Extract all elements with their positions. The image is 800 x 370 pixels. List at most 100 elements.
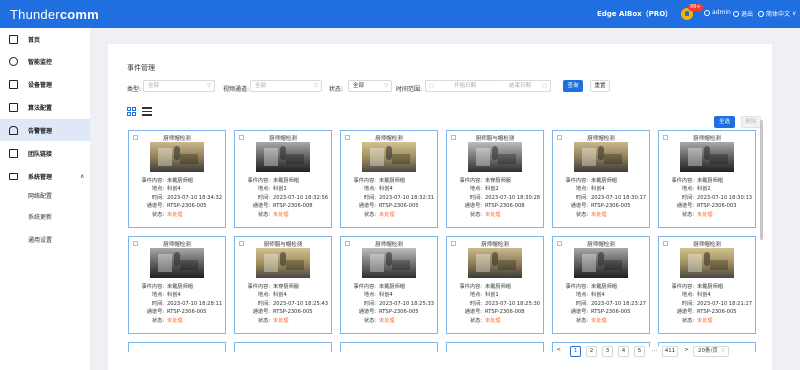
event-time: 2023-07-10 18:25:33	[379, 300, 435, 307]
event-snapshot[interactable]	[574, 142, 628, 172]
start-date-input[interactable]: 开始日期	[454, 81, 476, 91]
event-snapshot[interactable]	[150, 248, 204, 278]
sidebar-subitem-network[interactable]: 网络配置	[28, 191, 52, 200]
event-location: 科创4	[591, 186, 605, 193]
field-label: 状态:	[363, 211, 376, 218]
field-label: 事件内容:	[247, 284, 271, 290]
event-snapshot[interactable]	[468, 142, 522, 172]
event-snapshot[interactable]	[574, 248, 628, 278]
search-button[interactable]: 查询	[563, 80, 583, 92]
prev-page-button[interactable]: <	[553, 346, 564, 357]
sidebar-item-alarms[interactable]: 告警管理	[0, 119, 90, 141]
event-location: 科创1	[273, 186, 287, 193]
logout-icon	[733, 10, 739, 17]
event-snapshot[interactable]	[150, 142, 204, 172]
sidebar-item-algorithms[interactable]: 算法配置	[0, 96, 90, 118]
event-snapshot[interactable]	[680, 248, 734, 278]
field-label: 通道号:	[464, 309, 482, 316]
pagination-ellipsis[interactable]: ...	[649, 346, 660, 357]
event-card[interactable]: 厨师帽检测 事件内容: 未戴厨师帽 地点: 科创4 时间: 2023-07-10 18:21…	[658, 236, 756, 334]
page-3[interactable]: 3	[602, 346, 613, 357]
page-size-select[interactable]: 20条/页 ▽	[693, 346, 729, 357]
event-card[interactable]: 厨师帽检测 事件内容: 未戴厨师帽 地点: 科创1 时间: 2023-07-10 18:32…	[234, 130, 332, 228]
event-card-partial[interactable]	[234, 342, 332, 352]
sidebar-item-system[interactable]: 系统管理 ∧	[0, 165, 90, 187]
event-card[interactable]: 厨师帽检测 事件内容: 未戴厨师帽 地点: 科创4 时间: 2023-07-10 18:34…	[128, 130, 226, 228]
event-card-partial[interactable]	[340, 342, 438, 352]
field-label: 地点:	[681, 186, 694, 193]
reset-button[interactable]: 重置	[590, 80, 610, 92]
logout-button[interactable]: 退出	[733, 9, 753, 18]
type-select[interactable]: 全部 ▽	[143, 80, 215, 92]
event-content: 未穿厨师服	[485, 178, 511, 184]
chevron-down-icon: ▽	[314, 83, 318, 89]
event-content: 未戴厨师帽	[379, 284, 405, 290]
field-label: 状态:	[151, 211, 164, 218]
sidebar-subitem-update[interactable]: 系统更新	[28, 212, 52, 221]
page-5[interactable]: 5	[634, 346, 645, 357]
page-last[interactable]: 411	[662, 346, 678, 357]
type-label: 类型:	[127, 86, 142, 93]
field-label: 事件内容:	[141, 284, 165, 290]
event-snapshot[interactable]	[468, 248, 522, 278]
sidebar: 首页 智能监控 设备管理 算法配置 告警管理 团队链接 系统管理 ∧ 网络配置 系…	[0, 28, 90, 370]
list-view-icon[interactable]	[142, 107, 152, 116]
field-label: 通道号:	[146, 203, 164, 210]
event-channel: RTSP-2306-005	[379, 203, 419, 210]
event-card[interactable]: 厨师帽检测 事件内容: 未戴厨师帽 地点: 科创4 时间: 2023-07-10 18:25…	[340, 236, 438, 334]
page-1[interactable]: 1	[570, 346, 581, 357]
event-channel: RTSP-2306-005	[697, 309, 737, 316]
field-label: 通道号:	[676, 203, 694, 210]
sidebar-item-monitor[interactable]: 智能监控	[0, 50, 90, 72]
event-channel: RTSP-2306-005	[379, 309, 419, 316]
grid-view-icon[interactable]	[127, 107, 136, 116]
end-date-input[interactable]: 结束日期	[509, 81, 531, 91]
event-card[interactable]: 厨师帽检测 事件内容: 未戴厨师帽 地点: 科创4 时间: 2023-07-10 18:28…	[128, 236, 226, 334]
event-title: 厨师帽检测	[375, 242, 403, 248]
edit-icon	[9, 102, 18, 112]
sidebar-item-devices[interactable]: 设备管理	[0, 73, 90, 95]
sidebar-item-link[interactable]: 团队链接	[0, 142, 90, 164]
field-label: 状态:	[151, 317, 164, 324]
field-label: 状态:	[681, 211, 694, 218]
event-card-partial[interactable]	[128, 342, 226, 352]
event-snapshot[interactable]	[256, 248, 310, 278]
event-card[interactable]: 厨师帽检测 事件内容: 未戴厨师帽 地点: 科创4 时间: 2023-07-10 18:23…	[552, 236, 650, 334]
next-page-button[interactable]: >	[681, 346, 692, 357]
date-range-picker[interactable]: ▢ 开始日期 - 结束日期 ▢	[425, 80, 551, 92]
event-card-partial[interactable]	[446, 342, 544, 352]
event-title: 厨师帽检测	[587, 136, 615, 142]
page-4[interactable]: 4	[618, 346, 629, 357]
event-card[interactable]: 厨师服与帽检测 事件内容: 未穿厨师服 地点: 科创2 时间: 2023-07-10 18:…	[446, 130, 544, 228]
sidebar-subitem-general[interactable]: 通用设置	[28, 235, 52, 244]
event-title: 厨师帽检测	[693, 136, 721, 142]
channel-select[interactable]: 全部 ▽	[250, 80, 322, 92]
field-label: 时间:	[257, 300, 270, 307]
field-label: 事件内容:	[353, 178, 377, 184]
scrollbar[interactable]	[760, 120, 763, 240]
event-snapshot[interactable]	[362, 248, 416, 278]
select-all-button[interactable]: 全选	[714, 116, 735, 128]
user-menu[interactable]: admin	[704, 9, 731, 16]
event-snapshot[interactable]	[680, 142, 734, 172]
field-label: 时间:	[363, 300, 376, 307]
event-location: 科创2	[697, 186, 711, 193]
system-icon	[9, 172, 18, 180]
event-card[interactable]: 厨师帽检测 事件内容: 未戴厨师帽 地点: 科创1 时间: 2023-07-10 18:25…	[446, 236, 544, 334]
event-card[interactable]: 厨师帽检测 事件内容: 未戴厨师帽 地点: 科创4 时间: 2023-07-10 18:30…	[552, 130, 650, 228]
page-2[interactable]: 2	[586, 346, 597, 357]
event-card[interactable]: 厨师服与帽检测 事件内容: 未穿厨师服 地点: 科创4 时间: 2023-07-10 18:…	[234, 236, 332, 334]
delete-button[interactable]: 删除	[741, 116, 761, 128]
event-location: 科创4	[697, 292, 711, 299]
field-label: 时间:	[151, 194, 164, 201]
event-snapshot[interactable]	[362, 142, 416, 172]
event-card[interactable]: 厨师帽检测 事件内容: 未戴厨师帽 地点: 科创2 时间: 2023-07-10 18:30…	[658, 130, 756, 228]
language-select[interactable]: 简体中文 ∨	[758, 9, 796, 18]
field-label: 通道号:	[358, 203, 376, 210]
event-snapshot[interactable]	[256, 142, 310, 172]
sidebar-item-home[interactable]: 首页	[0, 28, 90, 50]
status-select[interactable]: 全部 ▽	[348, 80, 392, 92]
chevron-down-icon: ▽	[207, 83, 211, 89]
event-card[interactable]: 厨师帽检测 事件内容: 未戴厨师帽 地点: 科创4 时间: 2023-07-10 18:32…	[340, 130, 438, 228]
event-title: 厨师帽检测	[269, 136, 297, 142]
